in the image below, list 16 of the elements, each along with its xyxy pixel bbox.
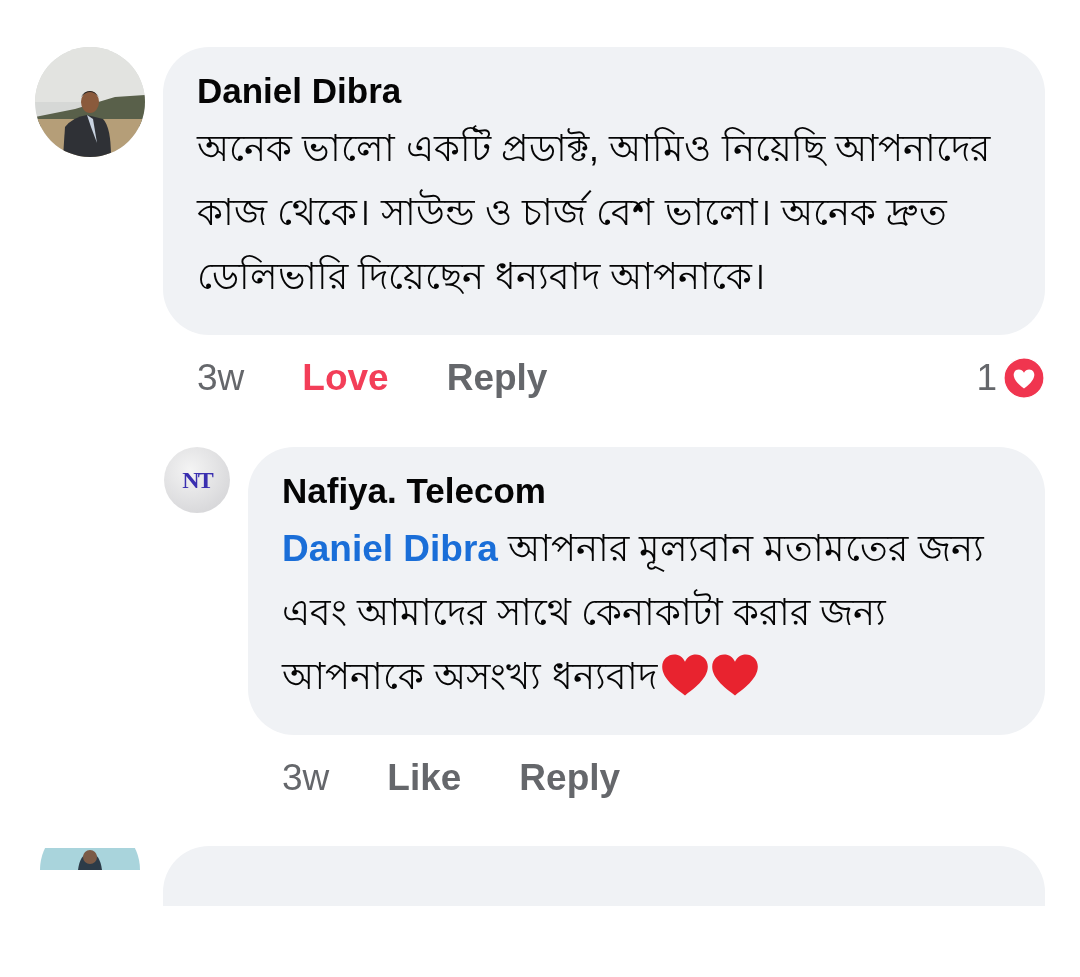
author-name[interactable]: Daniel Dibra <box>197 69 1015 113</box>
heart-icon <box>710 653 759 697</box>
love-button[interactable]: Love <box>302 357 389 399</box>
comment-time: 3w <box>197 357 245 399</box>
mention-link[interactable]: Daniel Dibra <box>282 528 498 569</box>
reply-button[interactable]: Reply <box>446 357 548 399</box>
author-name[interactable]: Nafiya. Telecom <box>282 469 1015 513</box>
heart-reaction-icon <box>1003 357 1045 399</box>
reply-text: Daniel Dibra আপনার মূল্যবান মতামতের জন্য এবং আমাদের সাথে কেনাকাটা করার জন্য আপনাকে অসংখ্য ধন্যবাদ <box>282 527 986 699</box>
comment-time: 3w <box>282 757 330 799</box>
comment-text: অনেক ভালো একটি প্রডাক্ট, আমিও নিয়েছি আপনাদের কাজ থেকে। সাউন্ড ও চার্জ বেশ ভালো। অনেক দ্রুত ডেলিভারি দিয়েছেন ধন্যবাদ আপনাকে। <box>197 117 1015 309</box>
reply-button[interactable]: Reply <box>519 757 621 799</box>
reaction-count: 1 <box>976 357 997 399</box>
heart-icon <box>660 653 709 697</box>
like-button[interactable]: Like <box>387 757 462 799</box>
logo-text: NT <box>182 466 212 494</box>
